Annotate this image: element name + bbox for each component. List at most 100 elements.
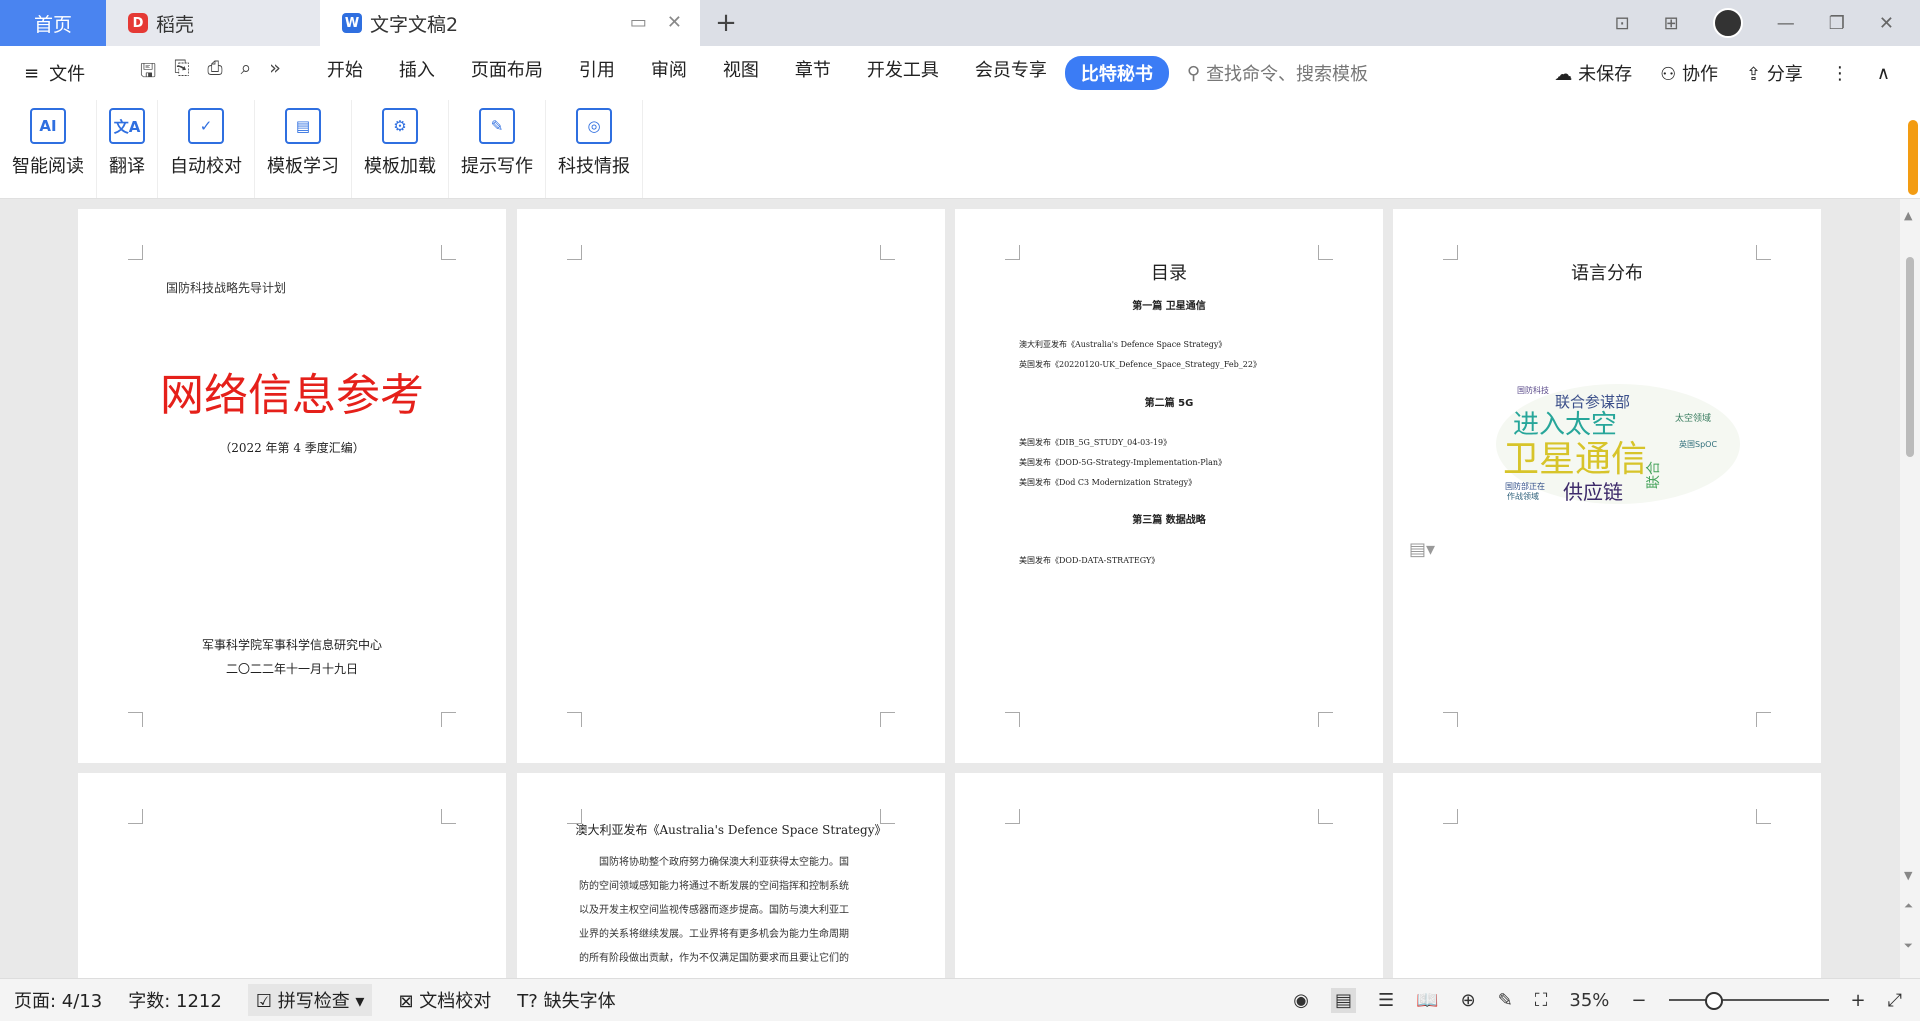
web-view-icon[interactable]: ⊕ bbox=[1461, 990, 1476, 1011]
tab-daoke[interactable]: D 稻壳 bbox=[106, 0, 320, 46]
toc-item[interactable]: 英国发布《20220120-UK_Defence_Space_Strategy_… bbox=[1019, 359, 1261, 370]
ribbon-label: 翻译 bbox=[109, 156, 145, 177]
pen-icon[interactable]: ✎ bbox=[1498, 990, 1513, 1011]
cloud-word: 联合 bbox=[1646, 461, 1662, 489]
toc-item[interactable]: 美国发布《DOD-DATA-STRATEGY》 bbox=[1019, 555, 1159, 566]
menu-reference[interactable]: 引用 bbox=[561, 56, 633, 90]
zoom-slider-knob[interactable] bbox=[1704, 992, 1723, 1010]
scroll-down-icon[interactable]: ▼ bbox=[1904, 869, 1912, 882]
word-count[interactable]: 字数: 1212 bbox=[128, 987, 222, 1013]
word-cloud-image: 联合参谋部 进入太空 卫星通信 供应链 国防部正在 作战领域 英国SpOC 太空… bbox=[1496, 384, 1740, 504]
monitor-icon[interactable]: ▭ bbox=[630, 12, 647, 33]
vertical-scrollbar[interactable]: ▲ ▼ ⏶ ⏷ bbox=[1900, 199, 1920, 978]
read-mode-icon[interactable]: 📖 bbox=[1416, 990, 1438, 1011]
menu-start[interactable]: 开始 bbox=[309, 56, 381, 90]
menu-view[interactable]: 视图 bbox=[705, 56, 777, 90]
close-tab-icon[interactable]: ✕ bbox=[667, 12, 682, 33]
ribbon-scroll-indicator[interactable] bbox=[1908, 120, 1918, 195]
cloud-word: 供应链 bbox=[1563, 480, 1623, 504]
ribbon-ai-read[interactable]: AI 智能阅读 bbox=[0, 100, 97, 198]
layout-1-icon[interactable]: ⊡ bbox=[1615, 13, 1630, 34]
menu-page-layout[interactable]: 页面布局 bbox=[453, 56, 561, 90]
page-article[interactable]: 澳大利亚发布《Australia's Defence Space Strateg… bbox=[517, 773, 945, 978]
menu-insert[interactable]: 插入 bbox=[381, 56, 453, 90]
grid-icon[interactable]: ⊞ bbox=[1664, 13, 1679, 34]
export-icon[interactable]: ⎘ bbox=[174, 57, 189, 89]
file-menu[interactable]: ≡ 文件 bbox=[0, 60, 120, 86]
print-icon[interactable]: ⎙ bbox=[207, 57, 222, 89]
avatar[interactable] bbox=[1712, 8, 1743, 38]
crop-mark bbox=[1318, 245, 1333, 260]
menu-bit-secretary[interactable]: 比特秘书 bbox=[1064, 56, 1169, 90]
new-tab-button[interactable]: + bbox=[700, 0, 752, 46]
page-view-icon[interactable]: ▤ bbox=[1331, 987, 1357, 1013]
font-icon: T? bbox=[517, 991, 538, 1012]
menu-member[interactable]: 会员专享 bbox=[957, 56, 1065, 90]
tech-intel-icon: ◎ bbox=[576, 108, 612, 144]
page-cover[interactable]: 国防科技战略先导计划 网络信息参考 （2022 年第 4 季度汇编） 军事科学院… bbox=[78, 209, 506, 763]
zoom-level[interactable]: 35% bbox=[1569, 990, 1609, 1011]
ribbon-template-load[interactable]: ⚙ 模板加载 bbox=[352, 100, 449, 198]
spell-check-button[interactable]: ☑ 拼写检查 ▾ bbox=[247, 984, 373, 1016]
prev-page-icon[interactable]: ⏶ bbox=[1904, 899, 1913, 913]
preview-icon[interactable]: ⌕ bbox=[241, 57, 252, 89]
page-indicator[interactable]: 页面: 4/13 bbox=[14, 987, 102, 1013]
collapse-ribbon-icon[interactable]: ∧ bbox=[1877, 63, 1890, 84]
doc-check-label: 文档校对 bbox=[419, 991, 492, 1012]
zoom-out-icon[interactable]: − bbox=[1631, 990, 1646, 1011]
page-blank[interactable] bbox=[955, 773, 1383, 978]
crop-mark bbox=[567, 712, 582, 727]
eye-protect-icon[interactable]: ◉ bbox=[1293, 990, 1309, 1011]
ribbon-prompt-write[interactable]: ✎ 提示写作 bbox=[449, 100, 546, 198]
ribbon-template-learn[interactable]: ▤ 模板学习 bbox=[255, 100, 352, 198]
fullscreen-icon[interactable]: ⤢ bbox=[1888, 990, 1902, 1011]
ribbon-proofread[interactable]: ✓ 自动校对 bbox=[158, 100, 255, 198]
paste-options-icon[interactable]: ▤▾ bbox=[1409, 539, 1435, 560]
zoom-slider[interactable] bbox=[1668, 992, 1829, 1010]
menu-chapter[interactable]: 章节 bbox=[777, 56, 849, 90]
close-window-icon[interactable]: ✕ bbox=[1879, 13, 1894, 34]
toc-item[interactable]: 美国发布《DOD-5G-Strategy-Implementation-Plan… bbox=[1019, 457, 1226, 468]
cover-subtitle: （2022 年第 4 季度汇编） bbox=[219, 441, 365, 455]
scroll-up-icon[interactable]: ▲ bbox=[1904, 209, 1912, 222]
toc-item[interactable]: 澳大利亚发布《Australia's Defence Space Strateg… bbox=[1019, 339, 1226, 350]
doc-check-button[interactable]: ⊠ 文档校对 bbox=[398, 987, 491, 1013]
tab-home[interactable]: 首页 bbox=[0, 0, 106, 46]
missing-font-button[interactable]: T? 缺失字体 bbox=[517, 987, 615, 1013]
language-title: 语言分布 bbox=[1571, 263, 1643, 284]
restore-icon[interactable]: ❐ bbox=[1829, 13, 1845, 34]
share-button[interactable]: ⇪ 分享 bbox=[1746, 60, 1803, 86]
tab-document[interactable]: W 文字文稿2 ▭ ✕ bbox=[320, 0, 700, 46]
page-blank[interactable] bbox=[78, 773, 506, 978]
ribbon-translate[interactable]: 文A 翻译 bbox=[97, 100, 158, 198]
page-toc[interactable]: 目录 第一篇 卫星通信 澳大利亚发布《Australia's Defence S… bbox=[955, 209, 1383, 763]
toc-item[interactable]: 美国发布《DIB_5G_STUDY_04-03-19》 bbox=[1019, 437, 1171, 448]
command-search[interactable]: ⚲ 查找命令、搜索模板 bbox=[1187, 60, 1368, 86]
outline-view-icon[interactable]: ☰ bbox=[1378, 990, 1394, 1011]
toc-section: 第三篇 数据战略 bbox=[1132, 515, 1206, 526]
page-blank[interactable] bbox=[517, 209, 945, 763]
kebab-icon[interactable]: ⋮ bbox=[1831, 63, 1849, 84]
collaborate-button[interactable]: ⚇ 协作 bbox=[1660, 60, 1718, 86]
crop-mark bbox=[128, 245, 143, 260]
page-blank[interactable] bbox=[1393, 773, 1821, 978]
article-title: 澳大利亚发布《Australia's Defence Space Strateg… bbox=[575, 823, 887, 837]
menu-dev-tools[interactable]: 开发工具 bbox=[849, 56, 957, 90]
scroll-thumb[interactable] bbox=[1906, 257, 1914, 457]
ribbon-tech-intel[interactable]: ◎ 科技情报 bbox=[546, 100, 643, 198]
next-page-icon[interactable]: ⏷ bbox=[1904, 939, 1913, 953]
ai-read-icon: AI bbox=[30, 108, 66, 144]
save-icon[interactable]: 🖫 bbox=[140, 57, 156, 89]
minimize-icon[interactable]: — bbox=[1777, 13, 1795, 34]
toc-item[interactable]: 美国发布《Dod C3 Modernization Strategy》 bbox=[1019, 477, 1196, 488]
fit-page-icon[interactable]: ⛶ bbox=[1535, 990, 1548, 1011]
menu-review[interactable]: 审阅 bbox=[633, 56, 705, 90]
page-language[interactable]: 语言分布 联合参谋部 进入太空 卫星通信 供应链 国防部正在 作战领域 英国Sp… bbox=[1393, 209, 1821, 763]
more-icon[interactable]: » bbox=[269, 57, 281, 89]
cloud-word: 太空领域 bbox=[1675, 412, 1711, 424]
document-workspace[interactable]: 国防科技战略先导计划 网络信息参考 （2022 年第 4 季度汇编） 军事科学院… bbox=[0, 199, 1900, 978]
zoom-in-icon[interactable]: + bbox=[1851, 990, 1866, 1011]
unsaved-button[interactable]: ☁ 未保存 bbox=[1554, 60, 1632, 86]
search-placeholder: 查找命令、搜索模板 bbox=[1206, 64, 1369, 85]
ribbon-label: 提示写作 bbox=[461, 156, 533, 177]
